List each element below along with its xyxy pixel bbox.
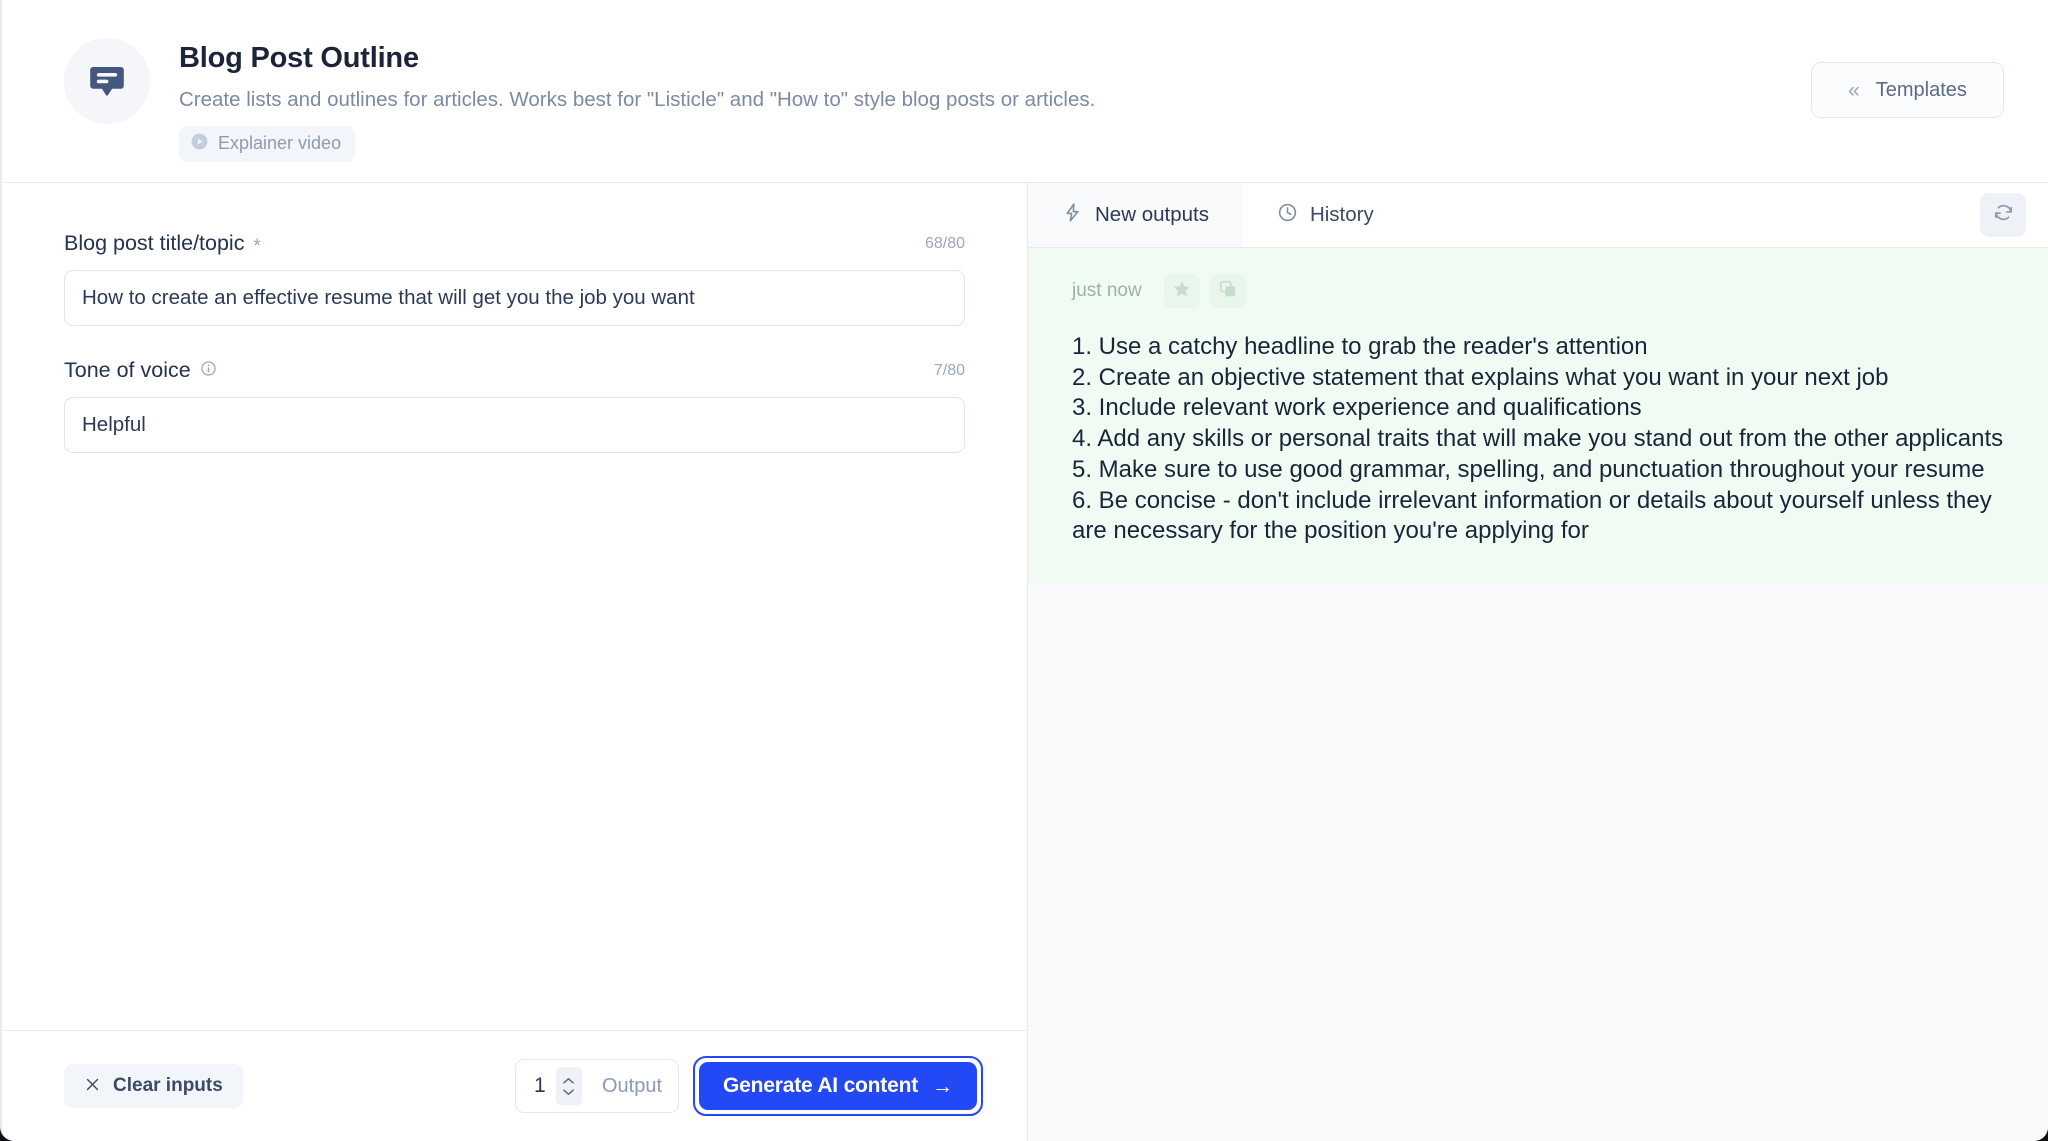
refresh-icon: [1993, 202, 2014, 228]
clock-icon: [1277, 202, 1298, 228]
right-actions: 1 Output Generate AI content →: [514, 1031, 983, 1141]
explainer-video-badge[interactable]: Explainer video: [179, 125, 356, 162]
generate-ai-content-button[interactable]: Generate AI content →: [699, 1062, 977, 1110]
copy-output-button[interactable]: [1209, 274, 1246, 308]
field-header: Blog post title/topic * 68/80: [64, 231, 965, 256]
output-pane: New outputs History just now 1. Use a ca…: [1028, 183, 2048, 1141]
chat-bubble-icon: [64, 38, 150, 124]
tone-of-voice-input[interactable]: [64, 397, 965, 453]
character-counter: 68/80: [924, 234, 965, 252]
clear-inputs-label: Clear inputs: [113, 1075, 223, 1096]
action-bar: Clear inputs 1 Output Generate AI conten…: [2, 1031, 1027, 1141]
field-label: Blog post title/topic: [64, 231, 245, 255]
explainer-video-label: Explainer video: [218, 133, 342, 154]
close-x-icon: [84, 1076, 101, 1096]
field-blog-post-title: Blog post title/topic * 68/80: [64, 231, 965, 326]
templates-button[interactable]: « Templates: [1811, 62, 2004, 118]
arrow-right-icon: →: [932, 1074, 953, 1098]
template-editor-app: Blog Post Outline Create lists and outli…: [0, 0, 2048, 1141]
character-counter: 7/80: [933, 361, 965, 379]
field-tone-of-voice: Tone of voice 7/80: [64, 358, 965, 453]
clear-inputs-button[interactable]: Clear inputs: [64, 1064, 243, 1108]
page-title: Blog Post Outline: [179, 42, 419, 74]
field-label: Tone of voice: [64, 358, 191, 382]
body-split: Blog post title/topic * 68/80 Tone of vo…: [2, 183, 2048, 1141]
page-header: Blog Post Outline Create lists and outli…: [2, 0, 2048, 183]
favorite-output-button[interactable]: [1163, 274, 1200, 308]
play-circle-icon: [190, 132, 209, 156]
templates-button-label: Templates: [1875, 78, 1967, 101]
stepper-arrows[interactable]: [555, 1067, 582, 1105]
field-label-group: Blog post title/topic *: [64, 231, 261, 256]
tab-label: History: [1309, 203, 1374, 226]
refresh-outputs-button[interactable]: [1980, 193, 2026, 237]
output-count-value: 1: [533, 1074, 546, 1097]
output-timestamp: just now: [1072, 280, 1142, 301]
copy-icon: [1218, 279, 1238, 304]
lightning-bolt-icon: [1062, 202, 1083, 228]
form-area: Blog post title/topic * 68/80 Tone of vo…: [2, 183, 1027, 1031]
tab-history[interactable]: History: [1242, 183, 1408, 247]
required-marker: *: [253, 236, 261, 257]
page-description: Create lists and outlines for articles. …: [179, 88, 1096, 112]
output-tabs: New outputs History: [1028, 183, 2048, 248]
output-text: 1. Use a catchy headline to grab the rea…: [1072, 333, 2004, 545]
field-label-group: Tone of voice: [64, 358, 217, 383]
blog-post-title-input[interactable]: [64, 270, 965, 326]
star-icon: [1172, 279, 1192, 304]
output-card: just now 1. Use a catchy headline to gra…: [1028, 248, 2048, 584]
header-texts: Blog Post Outline Create lists and outli…: [179, 36, 1095, 162]
chevrons-left-icon: «: [1848, 78, 1860, 102]
field-header: Tone of voice 7/80: [64, 358, 965, 383]
output-count-stepper[interactable]: 1 Output: [514, 1059, 680, 1113]
tab-new-outputs[interactable]: New outputs: [1028, 183, 1243, 247]
tab-label: New outputs: [1095, 203, 1209, 226]
output-card-meta: just now: [1072, 274, 2004, 308]
generate-button-label: Generate AI content: [723, 1074, 918, 1097]
generate-button-focus-ring: Generate AI content →: [693, 1056, 983, 1116]
input-pane: Blog post title/topic * 68/80 Tone of vo…: [2, 183, 1028, 1141]
info-icon[interactable]: [200, 360, 217, 382]
output-label: Output: [601, 1074, 663, 1097]
